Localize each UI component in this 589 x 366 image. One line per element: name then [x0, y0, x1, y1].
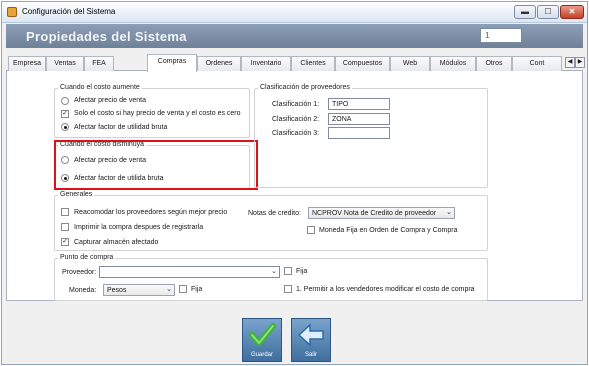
tab-cont[interactable]: Cont: [512, 56, 562, 71]
check-permitir-vendedores[interactable]: [284, 285, 292, 293]
tab-inventario[interactable]: Inventario: [241, 56, 291, 71]
tab-ventas[interactable]: Ventas: [46, 56, 84, 71]
maximize-button[interactable]: ☐: [537, 5, 559, 19]
label-clasificacion-3: Clasificación 3:: [272, 130, 320, 137]
tab-web[interactable]: Web: [390, 56, 430, 71]
notas-credito-value: NCPROV Nota de Credito de proveedor: [312, 210, 437, 217]
label-moneda-fija-punto: Fija: [191, 286, 203, 293]
proveedor-input[interactable]: ⌄: [99, 266, 280, 278]
highlight-box: [54, 140, 258, 190]
tab-ordenes[interactable]: Ordenes: [197, 56, 241, 71]
tab-scroll-right-icon[interactable]: ▶: [575, 57, 585, 68]
group-costo-aumente-title: Cuando el costo aumente: [58, 84, 142, 91]
notas-credito-select[interactable]: NCPROV Nota de Credito de proveedor ⌄: [308, 207, 455, 219]
field-clasificacion-3[interactable]: [328, 127, 390, 139]
chevron-down-icon: ⌄: [271, 268, 277, 275]
tab-clientes[interactable]: Clientes: [291, 56, 335, 71]
minimize-button[interactable]: ▬: [514, 5, 536, 19]
title-bar: Configuración del Sistema ▬ ☐ ✕: [2, 2, 587, 23]
label-aumente-precio: Afectar precio de venta: [74, 97, 146, 104]
field-clasificacion-1[interactable]: TIPO: [328, 98, 390, 110]
chevron-down-icon: ⌄: [446, 209, 452, 216]
check-moneda-fija[interactable]: [307, 226, 315, 234]
label-solo-costo: Solo el costo si hay precio de venta y e…: [74, 110, 241, 117]
app-icon: [7, 7, 17, 17]
header-field[interactable]: 1: [480, 28, 522, 43]
radio-aumente-factor[interactable]: [61, 123, 69, 131]
check-reacomodar[interactable]: [61, 208, 69, 216]
label-aumente-factor: Afectar factor de utilidad bruta: [74, 124, 168, 131]
check-proveedor-fija[interactable]: [284, 267, 292, 275]
tab-compuestos[interactable]: Compuestos: [335, 56, 390, 71]
group-clasificacion-title: Clasificación de proveedores: [258, 84, 352, 91]
tab-scroll-left-icon[interactable]: ◀: [565, 57, 575, 68]
label-clasificacion-2: Clasificación 2:: [272, 116, 320, 123]
group-generales-title: Generales: [58, 191, 95, 198]
group-punto-compra-title: Punto de compra: [58, 254, 116, 261]
tab-strip: Empresa Ventas FEA Compras Ordenes Inven…: [6, 54, 585, 72]
close-button[interactable]: ✕: [560, 5, 584, 19]
check-imprimir[interactable]: [61, 223, 69, 231]
label-capturar-almacen: Capturar almacén afectado: [74, 239, 159, 246]
guardar-button[interactable]: Guardar: [242, 318, 282, 362]
check-solo-costo[interactable]: ✓: [61, 110, 69, 118]
label-clasificacion-1: Clasificación 1:: [272, 101, 320, 108]
radio-aumente-precio[interactable]: [61, 97, 69, 105]
moneda-select[interactable]: Pesos ⌄: [103, 284, 175, 296]
chevron-down-icon: ⌄: [166, 286, 172, 293]
label-proveedor: Proveedor:: [62, 269, 97, 276]
tab-fea[interactable]: FEA: [84, 56, 114, 71]
check-capturar-almacen[interactable]: ✓: [61, 238, 69, 246]
tab-compras[interactable]: Compras: [147, 54, 197, 72]
salir-label: Salir: [304, 352, 317, 358]
label-notas-credito: Notas de credito:: [248, 210, 301, 217]
check-moneda-fija-punto[interactable]: [179, 285, 187, 293]
moneda-value: Pesos: [107, 287, 127, 294]
label-proveedor-fija: Fija: [296, 268, 308, 275]
tab-otros[interactable]: Otros: [476, 56, 512, 71]
tab-empresa[interactable]: Empresa: [8, 56, 46, 71]
checkmark-icon: [249, 323, 276, 346]
label-moneda: Moneda:: [69, 287, 97, 294]
salir-button[interactable]: Salir: [291, 318, 331, 362]
guardar-label: Guardar: [250, 352, 273, 358]
window-title: Configuración del Sistema: [22, 7, 116, 16]
config-window: Configuración del Sistema ▬ ☐ ✕ Propieda…: [1, 1, 588, 365]
field-clasificacion-2[interactable]: ZONA: [328, 113, 390, 125]
header-band: Propiedades del Sistema 1: [6, 24, 583, 48]
label-permitir-vendedores: 1. Permitir a los vendedores modificar e…: [296, 286, 475, 293]
tab-modulos[interactable]: Módulos: [430, 56, 476, 71]
arrow-left-icon: [297, 323, 324, 347]
page-title: Propiedades del Sistema: [26, 29, 187, 44]
label-imprimir: Imprimir la compra despues de registrarl…: [74, 224, 204, 231]
label-moneda-fija: Moneda Fija en Orden de Compra y Compra: [319, 227, 458, 234]
label-reacomodar: Reacomodar los proveedores según mejor p…: [74, 209, 228, 216]
